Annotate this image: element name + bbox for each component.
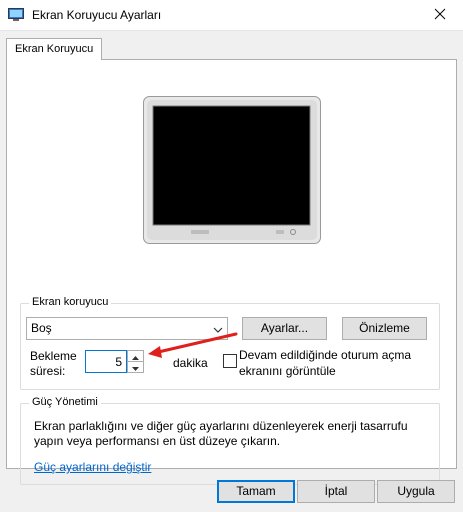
- resume-logon-label-line2[interactable]: ekranını görüntüle: [239, 364, 336, 378]
- change-power-settings-link[interactable]: Güç ayarlarını değiştir: [34, 460, 151, 474]
- settings-button[interactable]: Ayarlar...: [242, 317, 327, 340]
- monitor-preview: [143, 96, 321, 244]
- ok-button[interactable]: Tamam: [217, 480, 295, 503]
- power-description-line1: Ekran parlaklığını ve diğer güç ayarları…: [34, 419, 408, 433]
- screensaver-group-label: Ekran koruyucu: [29, 296, 112, 308]
- screensaver-app-icon: [8, 8, 24, 22]
- tab-screensaver[interactable]: Ekran Koruyucu: [6, 38, 103, 60]
- arrow-down-icon: [132, 360, 139, 374]
- resume-logon-label-line1[interactable]: Devam edildiğinde oturum açma: [239, 348, 411, 362]
- close-icon: [434, 8, 446, 23]
- close-button[interactable]: [417, 0, 463, 30]
- screensaver-dropdown-value: Boş: [31, 321, 52, 335]
- title-bar: Ekran Koruyucu Ayarları: [0, 0, 463, 30]
- annotation-arrow: [148, 332, 238, 358]
- window-title: Ekran Koruyucu Ayarları: [32, 8, 162, 22]
- tab-panel: Ekran koruyucu Boş Ayarlar... Önizleme B…: [6, 59, 457, 485]
- wait-label-line2: süresi:: [30, 364, 66, 378]
- wait-time-input[interactable]: 5: [85, 350, 127, 373]
- apply-button[interactable]: Uygula: [377, 480, 455, 503]
- preview-button[interactable]: Önizleme: [342, 317, 427, 340]
- cancel-button[interactable]: İptal: [297, 480, 375, 503]
- power-group-label: Güç Yönetimi: [29, 396, 101, 408]
- power-description-line2: yapın veya performansı en üst düzeye çık…: [34, 434, 281, 448]
- wait-label-line1: Bekleme: [30, 349, 77, 363]
- wait-time-value: 5: [115, 355, 122, 369]
- power-group: Güç Yönetimi Ekran parlaklığını ve diğer…: [20, 396, 440, 485]
- dialog-body: Ekran Koruyucu Ekran koruyucu Boş Ayarla…: [0, 30, 463, 512]
